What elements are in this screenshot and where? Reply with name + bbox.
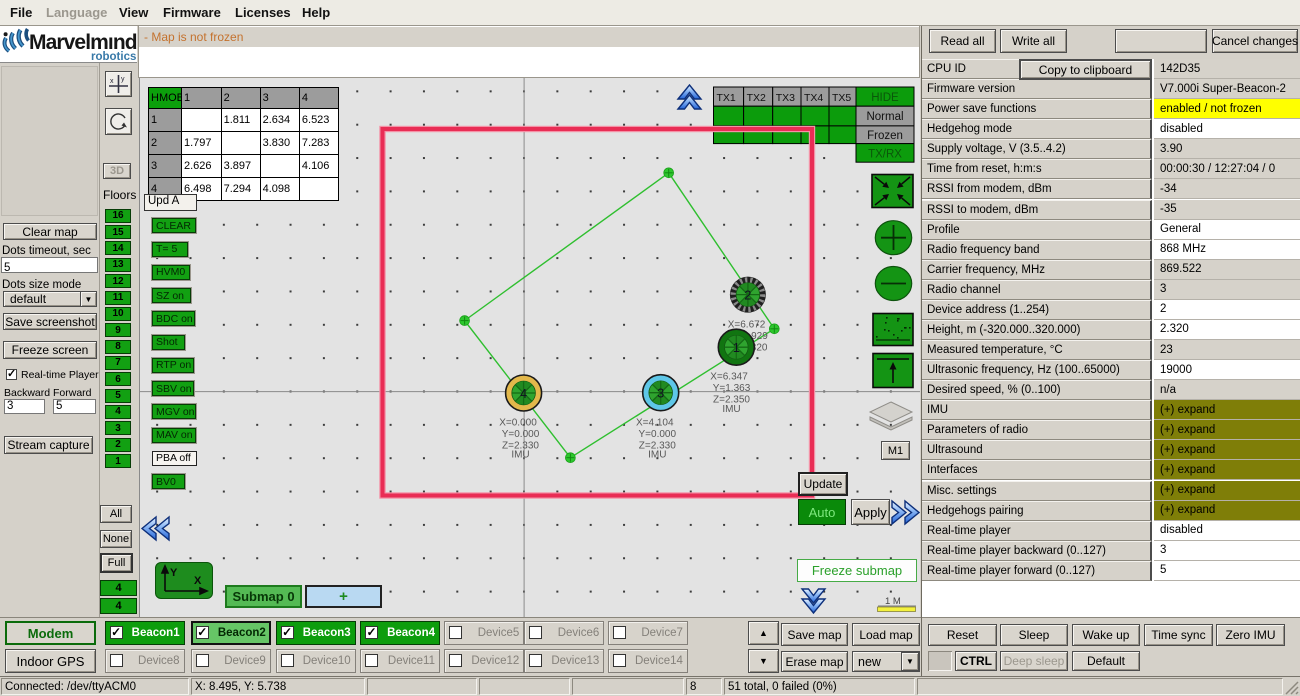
svg-text:IMU: IMU (722, 404, 740, 415)
svg-text:1: 1 (733, 341, 740, 355)
svg-text:X=4.104: X=4.104 (636, 417, 674, 428)
svg-text:Y: Y (170, 567, 178, 579)
svg-text:TX4: TX4 (804, 92, 823, 104)
svg-text:X=6.347: X=6.347 (710, 371, 748, 382)
svg-text:TX1: TX1 (717, 92, 736, 104)
svg-text:Y=0.000: Y=0.000 (639, 429, 677, 440)
svg-text:X=0.000: X=0.000 (499, 417, 537, 428)
svg-text:Frozen: Frozen (867, 130, 903, 142)
svg-text:X: X (194, 575, 202, 587)
svg-text:TX2: TX2 (747, 92, 766, 104)
svg-text:2: 2 (744, 289, 751, 303)
svg-text:x: x (110, 78, 114, 85)
svg-text:y: y (121, 76, 125, 83)
svg-text:3: 3 (657, 387, 664, 401)
svg-text:Y=0.000: Y=0.000 (502, 429, 540, 440)
svg-text:TX5: TX5 (832, 92, 851, 104)
svg-text:TX/RX: TX/RX (868, 149, 902, 161)
svg-text:Normal: Normal (866, 111, 903, 123)
svg-text:IMU: IMU (648, 450, 666, 461)
svg-text:4: 4 (520, 387, 527, 401)
svg-text:1 M: 1 M (885, 596, 901, 607)
svg-text:TX3: TX3 (776, 92, 795, 104)
svg-text:Y=1.363: Y=1.363 (713, 383, 751, 394)
svg-text:HIDE: HIDE (871, 92, 899, 104)
svg-text:IMU: IMU (511, 450, 529, 461)
